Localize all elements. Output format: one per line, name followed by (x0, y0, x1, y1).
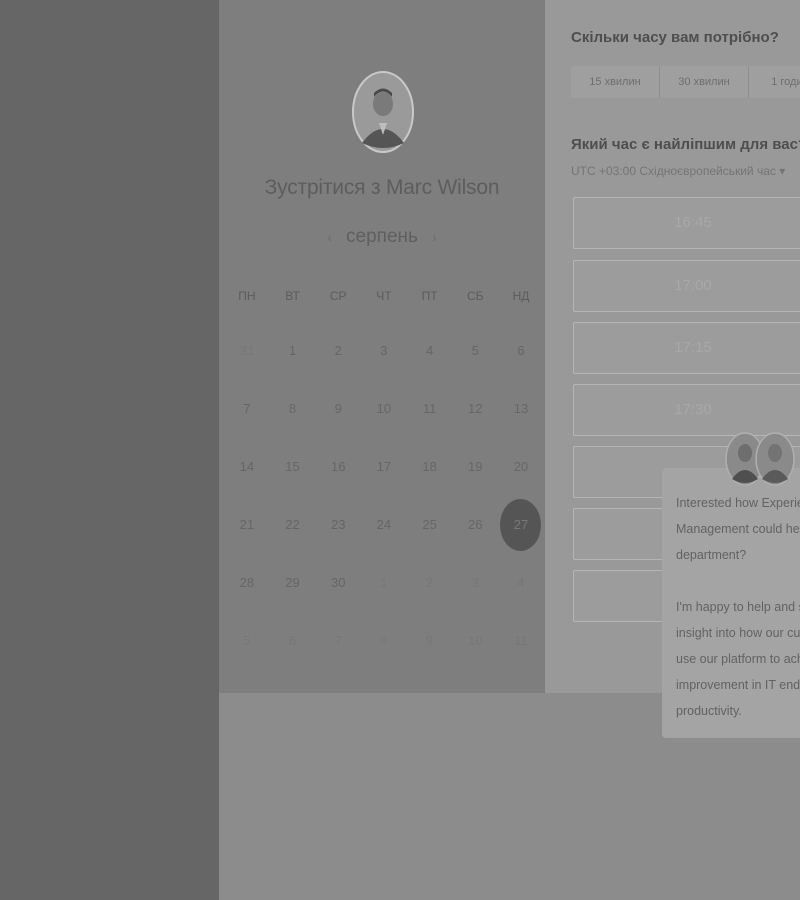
weekday-label: ПН (238, 289, 256, 303)
time-slot-button[interactable]: 17:15 (573, 322, 800, 374)
month-navigation: ‹ серпень › (219, 226, 545, 248)
chevron-right-icon[interactable]: › (432, 229, 437, 245)
chat-line: productivity. (676, 704, 742, 718)
calendar-day: 3 (380, 343, 388, 358)
time-slot-button[interactable]: 16:45 (573, 197, 800, 249)
calendar-day: 10 (468, 633, 483, 648)
calendar-week: 21 22 23 24 25 26 27 (224, 496, 544, 554)
duration-option-60[interactable]: 1 година (749, 66, 800, 98)
chat-line: department? (676, 548, 747, 562)
chevron-left-icon[interactable]: ‹ (327, 229, 332, 245)
calendar-day: 24 (376, 517, 392, 532)
calendar-day: 6 (517, 343, 525, 358)
calendar-day: 5 (471, 343, 479, 358)
weekday-label: ПТ (421, 289, 438, 303)
calendar-day: 21 (239, 517, 255, 532)
host-calendar-panel: Зустрітися з Marc Wilson ‹ серпень › ПН … (219, 0, 545, 693)
timezone-dropdown[interactable]: UTC +03:00 Східноєвропейський час ▾ (571, 164, 785, 178)
calendar-day: 13 (513, 401, 529, 416)
calendar-day: 1 (288, 343, 297, 358)
calendar-day: 3 (471, 575, 479, 590)
selected-day-number: 27 (513, 517, 529, 532)
chat-line: Interested how Experience (676, 496, 800, 510)
calendar-day: 2 (334, 343, 342, 358)
weekday-label: НД (512, 289, 530, 303)
calendar-day: 11 (422, 401, 437, 416)
chat-line: Management could help your (676, 522, 800, 536)
calendar-day-selected[interactable]: 27 (498, 496, 544, 554)
calendar-day: 2 (425, 575, 434, 590)
calendar-day: 7 (243, 401, 251, 416)
weekday-label: СР (329, 289, 347, 303)
duration-option-30[interactable]: 30 хвилин (660, 66, 749, 98)
calendar-week: 31 1 2 3 4 5 6 (224, 322, 544, 380)
calendar-day: 17 (376, 459, 392, 474)
calendar-day: 8 (288, 401, 297, 416)
calendar-day: 6 (288, 633, 297, 648)
calendar-day: 29 (285, 575, 300, 590)
chat-message: Interested how Experience Management cou… (676, 490, 800, 724)
calendar-day: 4 (425, 343, 434, 358)
calendar-day: 20 (513, 459, 529, 474)
calendar-day: 4 (517, 575, 525, 590)
duration-selector: 15 хвилин 30 хвилин 1 година (571, 66, 800, 98)
calendar-day: 15 (285, 459, 300, 474)
scheduling-page: Зустрітися з Marc Wilson ‹ серпень › ПН … (219, 0, 800, 900)
calendar-day: 30 (330, 575, 346, 590)
calendar-day: 28 (239, 575, 255, 590)
calendar-day: 31 (239, 343, 255, 358)
calendar-week: 7 8 9 10 11 12 13 (224, 380, 544, 438)
calendar-day: 9 (334, 401, 342, 416)
calendar-week: 5 6 7 8 9 10 11 (224, 612, 544, 670)
calendar-week: 28 29 30 1 2 3 4 (224, 554, 544, 612)
calendar-day: 8 (380, 633, 388, 648)
chat-agent-avatars (725, 432, 795, 486)
weekday-label: ВТ (285, 289, 300, 303)
host-avatar (352, 71, 414, 153)
calendar-week: 14 15 16 17 18 19 20 (224, 438, 544, 496)
calendar-day: 7 (334, 633, 342, 648)
calendar-day: 10 (376, 401, 392, 416)
calendar-day: 23 (330, 517, 346, 532)
calendar-day: 19 (468, 459, 483, 474)
host-title: Зустрітися з Marc Wilson (264, 176, 500, 199)
weekday-header: ПН ВТ СР ЧТ ПТ СБ НД (224, 270, 544, 322)
calendar-grid: ПН ВТ СР ЧТ ПТ СБ НД 31 1 2 3 4 5 6 7 8 … (224, 270, 544, 670)
calendar-day: 12 (468, 401, 483, 416)
calendar-day: 22 (285, 517, 300, 532)
calendar-day: 11 (514, 633, 528, 648)
weekday-label: СБ (467, 289, 484, 303)
time-slot-button[interactable]: 17:30 (573, 384, 800, 436)
calendar-day: 5 (243, 633, 251, 648)
calendar-day: 18 (422, 459, 437, 474)
chat-line: insight into how our customers (676, 626, 800, 640)
duration-option-15[interactable]: 15 хвилин (571, 66, 660, 98)
time-slot-button[interactable]: 17:00 (573, 260, 800, 312)
calendar-day: 26 (468, 517, 483, 532)
calendar-day: 9 (425, 633, 434, 648)
weekday-label: ЧТ (376, 289, 392, 303)
chat-line: I'm happy to help and share (676, 600, 800, 614)
chat-line: improvement in IT end-user (676, 678, 800, 692)
calendar-day: 1 (380, 575, 388, 590)
duration-question: Скільки часу вам потрібно? (571, 29, 779, 46)
calendar-day: 14 (239, 459, 255, 474)
calendar-day: 16 (330, 459, 346, 474)
month-label: серпень (346, 226, 418, 247)
calendar-day: 25 (422, 517, 437, 532)
chat-line-spacer (676, 568, 800, 594)
chat-line: use our platform to achieve (676, 652, 800, 666)
time-question: Який час є найліпшим для вас? (571, 136, 800, 153)
